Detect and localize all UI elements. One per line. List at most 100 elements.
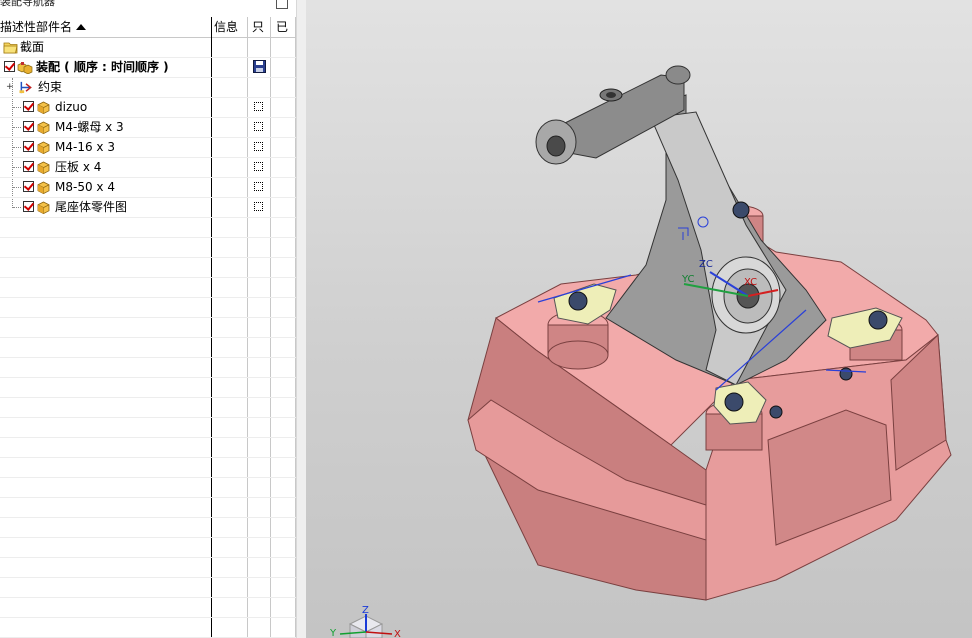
nut[interactable]: [839, 367, 853, 381]
visibility-checkbox[interactable]: [23, 141, 34, 152]
tree-empty-row: [0, 218, 296, 238]
assembly-navigator: 装配导航器 描述性部件名 信息 只 已 截面 装配 (顺序: 时间顺序) …: [0, 0, 296, 638]
tree-empty-row: [0, 518, 296, 538]
tree-row-constraints[interactable]: + 约束: [0, 78, 296, 98]
save-icon[interactable]: [253, 60, 266, 73]
tree-row-section[interactable]: 截面: [0, 38, 296, 58]
tree-empty-row: [0, 358, 296, 378]
wcs-yc-label: YC: [681, 274, 695, 285]
visibility-checkbox[interactable]: [4, 61, 15, 72]
readonly-status-box: [254, 122, 263, 131]
tree-row-component[interactable]: 压板 x 4: [0, 158, 296, 178]
tree-connector: [13, 127, 21, 129]
part-cube-icon: [37, 181, 50, 194]
part-cube-icon: [37, 121, 50, 134]
tree-connector: [13, 147, 21, 149]
pane-splitter[interactable]: [296, 0, 306, 638]
tree-item-label: 压板 x 4: [55, 160, 102, 174]
visibility-checkbox[interactable]: [23, 181, 34, 192]
visibility-checkbox[interactable]: [23, 101, 34, 112]
readonly-status-box: [254, 102, 263, 111]
tree-empty-row: [0, 418, 296, 438]
triad-x-label: X: [394, 629, 401, 638]
bracket-bore: [546, 135, 566, 157]
bracket-top-hole: [606, 92, 616, 98]
clamp-pad: [547, 340, 609, 370]
part-cube-icon: [37, 101, 50, 114]
tree-empty-row: [0, 378, 296, 398]
wcs-xc-label: XC: [744, 277, 757, 288]
bolt-head[interactable]: [868, 310, 888, 330]
tree-item-label: M4-螺母 x 3: [55, 120, 124, 134]
bolt-head[interactable]: [724, 392, 744, 412]
visibility-checkbox[interactable]: [23, 121, 34, 132]
navigator-title: 装配导航器: [0, 0, 55, 8]
visibility-checkbox[interactable]: [23, 201, 34, 212]
expand-plus-icon[interactable]: +: [6, 83, 14, 92]
nut[interactable]: [769, 405, 783, 419]
part-cube-icon: [37, 161, 50, 174]
tree-empty-row: [0, 578, 296, 598]
assembly-icon: [17, 62, 33, 74]
tree-empty-row: [0, 458, 296, 478]
tree-row-component[interactable]: dizuo: [0, 98, 296, 118]
assembly-tree: 截面 装配 ( 顺序 : 时间顺序 ) + 约束 dizuo M4-螺母 x 3…: [0, 38, 296, 638]
tree-connector: [13, 107, 21, 109]
tree-empty-row: [0, 318, 296, 338]
bolt-head[interactable]: [568, 291, 588, 311]
tree-empty-row: [0, 498, 296, 518]
tree-empty-row: [0, 478, 296, 498]
tree-item-label: 装配 ( 顺序 : 时间顺序 ): [36, 60, 169, 74]
readonly-status-box: [254, 202, 263, 211]
tree-empty-row: [0, 278, 296, 298]
tree-row-component[interactable]: M4-螺母 x 3: [0, 118, 296, 138]
bolt-head[interactable]: [732, 201, 750, 219]
bracket-boss: [665, 65, 691, 85]
visibility-checkbox[interactable]: [23, 161, 34, 172]
tree-empty-area: [0, 218, 296, 638]
constraint-icon: [19, 81, 32, 94]
tree-connector: [13, 187, 21, 189]
navigator-pin-box[interactable]: [276, 0, 288, 9]
graphics-viewport[interactable]: ZC YC XC Z Y X: [306, 0, 972, 638]
view-triad[interactable]: Z Y X: [328, 604, 408, 638]
tree-connector: [13, 207, 21, 209]
folder-icon: [3, 42, 18, 54]
wcs-zc-label: ZC: [699, 259, 713, 270]
tree-item-label: 截面: [20, 40, 45, 54]
tree-empty-row: [0, 298, 296, 318]
part-cube-icon: [37, 141, 50, 154]
readonly-status-box: [254, 182, 263, 191]
tree-empty-row: [0, 598, 296, 618]
column-header-name-label: 描述性部件名: [0, 20, 73, 34]
tree-connector: [13, 167, 21, 169]
column-header-row: 描述性部件名 信息 只 已: [0, 17, 296, 38]
readonly-status-box: [254, 142, 263, 151]
column-header-modified[interactable]: 已: [276, 17, 294, 37]
tree-item-label: M4-16 x 3: [55, 140, 115, 154]
tree-row-component[interactable]: M4-16 x 3: [0, 138, 296, 158]
tree-empty-row: [0, 338, 296, 358]
tree-item-label: M8-50 x 4: [55, 180, 115, 194]
triad-y-label: Y: [329, 628, 337, 638]
tree-empty-row: [0, 538, 296, 558]
triad-z-label: Z: [362, 605, 369, 616]
assembly-3d-model: ZC YC XC: [467, 65, 952, 601]
tree-row-component[interactable]: M8-50 x 4: [0, 178, 296, 198]
tree-empty-row: [0, 618, 296, 638]
tree-empty-row: [0, 558, 296, 578]
column-header-name[interactable]: 描述性部件名: [0, 17, 210, 37]
part-cube-icon: [37, 201, 50, 214]
tree-row-assembly-root[interactable]: 装配 ( 顺序 : 时间顺序 ): [0, 58, 296, 78]
tree-item-label: 约束: [38, 80, 63, 94]
tree-empty-row: [0, 238, 296, 258]
readonly-status-box: [254, 162, 263, 171]
tree-item-label: 尾座体零件图: [55, 200, 128, 214]
column-header-info[interactable]: 信息: [214, 17, 246, 37]
tree-empty-row: [0, 258, 296, 278]
sort-ascending-icon: [76, 24, 86, 30]
tree-row-component[interactable]: 尾座体零件图: [0, 198, 296, 218]
tree-empty-row: [0, 438, 296, 458]
tree-item-label: dizuo: [55, 100, 88, 114]
column-header-readonly[interactable]: 只: [252, 17, 268, 37]
